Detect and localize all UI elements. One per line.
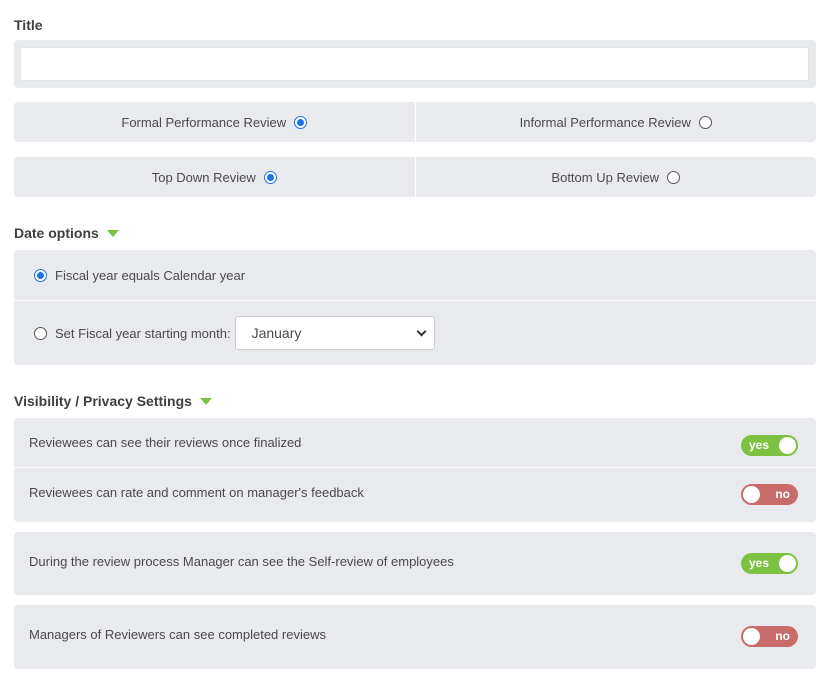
setting-row: During the review process Manager can se… [14,532,816,595]
date-options-header[interactable]: Date options [14,225,119,241]
review-direction-selector: Top Down Review Bottom Up Review [14,157,816,197]
setting-row: Reviewees can rate and comment on manage… [14,468,816,522]
bottom-up-review-option[interactable]: Bottom Up Review [414,157,817,197]
fiscal-calendar-radio[interactable] [34,268,47,282]
setting-label: Managers of Reviewers can see completed … [29,627,326,642]
top-down-review-label: Top Down Review [151,169,256,185]
visibility-header[interactable]: Visibility / Privacy Settings [14,393,212,409]
informal-review-option[interactable]: Informal Performance Review [414,102,817,142]
setting-label: Reviewees can rate and comment on manage… [29,485,364,500]
toggle-label: yes [749,556,770,570]
fiscal-month-select[interactable]: January [234,316,435,350]
formal-review-option[interactable]: Formal Performance Review [14,102,415,142]
setting-label: Reviewees can see their reviews once fin… [29,435,302,450]
collapse-caret-icon [199,397,212,405]
toggle-knob [779,437,796,454]
title-input[interactable] [20,47,809,81]
fiscal-calendar-option[interactable]: Fiscal year equals Calendar year [14,250,816,300]
toggle-knob [743,486,760,503]
toggle-label: no [775,487,790,501]
fiscal-calendar-label: Fiscal year equals Calendar year [55,267,246,283]
setting-toggle-self-review[interactable]: yes [741,553,798,574]
setting-label: During the review process Manager can se… [29,554,454,569]
bottom-up-review-radio[interactable] [667,170,681,184]
informal-review-label: Informal Performance Review [519,114,691,130]
top-down-review-option[interactable]: Top Down Review [14,157,415,197]
visibility-panel-2: During the review process Manager can se… [14,532,816,595]
informal-review-radio[interactable] [698,115,712,129]
formal-review-label: Formal Performance Review [121,114,287,130]
toggle-knob [743,628,760,645]
title-field-wrapper [14,40,816,88]
setting-row: Reviewees can see their reviews once fin… [14,418,816,467]
chevron-down-icon [416,326,427,336]
date-options-label: Date options [14,225,99,241]
date-options-panel: Fiscal year equals Calendar year Set Fis… [14,250,816,365]
collapse-caret-icon [106,229,119,237]
title-label: Title [14,17,43,33]
formal-review-radio[interactable] [294,115,308,129]
visibility-label: Visibility / Privacy Settings [14,393,192,409]
fiscal-month-option[interactable]: Set Fiscal year starting month: January [14,301,816,365]
fiscal-month-label: Set Fiscal year starting month: [55,325,231,341]
setting-toggle-managers-completed[interactable]: no [741,626,798,647]
toggle-label: yes [749,438,770,452]
bottom-up-review-label: Bottom Up Review [551,169,660,185]
setting-toggle-rate-comment[interactable]: no [741,484,798,505]
top-down-review-radio[interactable] [263,170,277,184]
setting-toggle-finalized[interactable]: yes [741,435,798,456]
visibility-panel-1: Reviewees can see their reviews once fin… [14,418,816,522]
toggle-label: no [775,629,790,643]
toggle-knob [779,555,796,572]
review-type-selector: Formal Performance Review Informal Perfo… [14,102,816,142]
fiscal-month-radio[interactable] [34,326,47,340]
visibility-panel-3: Managers of Reviewers can see completed … [14,605,816,669]
setting-row: Managers of Reviewers can see completed … [14,605,816,669]
fiscal-month-value: January [251,325,302,341]
